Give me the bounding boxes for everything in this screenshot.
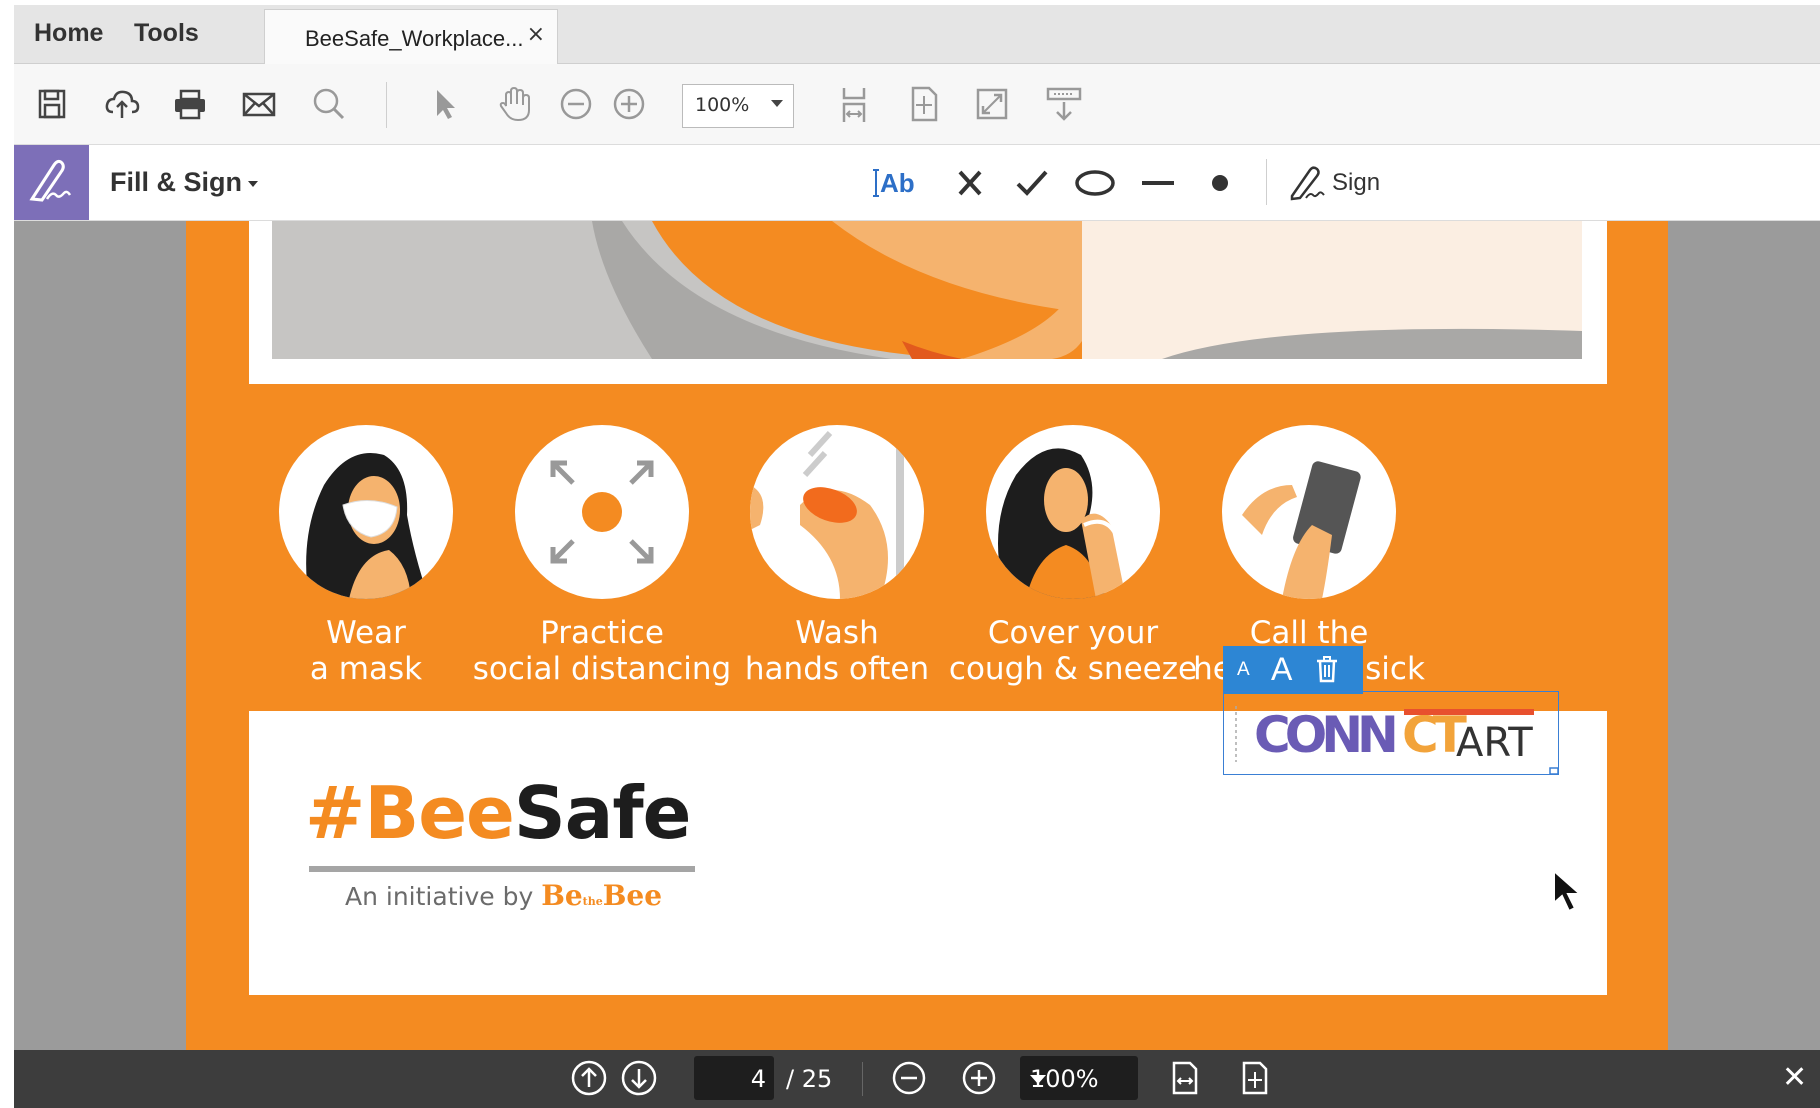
zoom-select[interactable]: 100% xyxy=(1020,1056,1138,1100)
page-navigation-bar: 4 / 25 100% ✕ xyxy=(14,1050,1820,1108)
signature-part-3: ART xyxy=(1456,720,1533,766)
pdf-page: Wear a mask Practice social distancing Was… xyxy=(186,221,1668,1051)
increase-font-button[interactable]: A xyxy=(1271,651,1292,688)
photo-frame xyxy=(249,221,1607,384)
cross-mark-tool[interactable] xyxy=(950,160,990,205)
zoom-in-icon[interactable] xyxy=(960,1059,998,1097)
tip-line: cough & sneeze xyxy=(948,651,1198,687)
tip-line: Practice xyxy=(540,615,664,651)
fit-page-icon[interactable] xyxy=(1236,1059,1274,1097)
text-edit-toolbar: A A xyxy=(1223,646,1363,694)
chevron-down-icon xyxy=(771,100,783,107)
save-icon[interactable] xyxy=(32,84,72,124)
current-page: 4 xyxy=(750,1065,766,1093)
toolbar-divider xyxy=(386,82,387,128)
chevron-down-icon xyxy=(1030,1075,1046,1084)
sign-pen-icon[interactable] xyxy=(1286,160,1330,205)
fill-sign-icon[interactable] xyxy=(14,145,89,220)
chevron-down-icon xyxy=(248,180,258,187)
add-text-tool[interactable]: Ab xyxy=(872,160,918,205)
close-toolbar-icon[interactable]: ✕ xyxy=(1782,1060,1807,1095)
select-cursor-icon[interactable] xyxy=(424,84,464,124)
ellipse-tool[interactable] xyxy=(1072,160,1118,205)
full-screen-icon[interactable] xyxy=(972,84,1012,124)
checkmark-tool[interactable] xyxy=(1012,160,1052,205)
dot-tool[interactable] xyxy=(1200,160,1240,205)
fill-sign-title: Fill & Sign xyxy=(110,167,242,197)
cloud-upload-icon[interactable] xyxy=(102,84,142,124)
tab-tools[interactable]: Tools xyxy=(134,19,199,48)
tab-bar: Home Tools BeeSafe_Workplace... × xyxy=(14,5,1820,65)
fill-sign-divider xyxy=(1266,159,1267,205)
print-icon[interactable] xyxy=(170,84,210,124)
total-pages: / 25 xyxy=(786,1065,833,1093)
wash-hands-icon xyxy=(750,425,924,599)
line-tool[interactable] xyxy=(1138,160,1178,205)
signature-part-1: CONN xyxy=(1254,706,1395,764)
zoom-out-icon[interactable] xyxy=(556,84,596,124)
tab-home[interactable]: Home xyxy=(34,19,103,48)
tip-line: social distancing xyxy=(472,651,732,687)
illustration-image xyxy=(272,221,1582,359)
fit-page-icon[interactable] xyxy=(904,84,944,124)
fill-sign-toolbar: Fill & Sign Ab Sign xyxy=(14,145,1820,221)
fill-sign-menu[interactable]: Fill & Sign xyxy=(110,167,258,198)
tip-label-wash: Wash hands often xyxy=(707,615,967,687)
search-icon[interactable] xyxy=(309,84,349,124)
email-icon[interactable] xyxy=(239,84,279,124)
bethebee-bee: Bee xyxy=(602,879,663,912)
tip-label-cough: Cover your cough & sneeze xyxy=(943,615,1203,687)
connectart-signature: CONN CT ART xyxy=(1235,706,1559,775)
next-page-icon[interactable] xyxy=(620,1059,658,1097)
nav-divider xyxy=(862,1062,863,1096)
tip-label-distancing: Practice social distancing xyxy=(472,615,732,687)
logo-hash-bee: #Bee xyxy=(305,771,515,855)
zoom-out-icon[interactable] xyxy=(890,1059,928,1097)
main-toolbar: 100% xyxy=(14,64,1820,145)
fit-width-icon[interactable] xyxy=(834,84,874,124)
mouse-pointer-icon xyxy=(1552,868,1586,919)
add-text-label: Ab xyxy=(880,168,915,198)
tip-line: Cover your xyxy=(987,615,1159,651)
bethebee-be: Be xyxy=(541,879,583,912)
zoom-in-icon[interactable] xyxy=(609,84,649,124)
initiative-text: An initiative by BetheBee xyxy=(345,879,662,912)
tip-line: hands often xyxy=(744,651,930,687)
beesafe-logo: #BeeSafe xyxy=(305,771,692,855)
logo-underline xyxy=(309,866,695,872)
signature-field[interactable]: CONN CT ART xyxy=(1223,691,1559,775)
fit-width-icon[interactable] xyxy=(1166,1059,1204,1097)
document-viewport[interactable]: Wear a mask Practice social distancing Was… xyxy=(14,221,1820,1051)
tip-label-mask: Wear a mask xyxy=(236,615,496,687)
zoom-select[interactable]: 100% xyxy=(682,84,794,128)
tip-line: Wash xyxy=(795,615,879,651)
sign-button[interactable]: Sign xyxy=(1332,169,1380,197)
previous-page-icon[interactable] xyxy=(570,1059,608,1097)
helpline-icon xyxy=(1222,425,1396,599)
decrease-font-button[interactable]: A xyxy=(1237,659,1250,681)
initiative-label: An initiative by xyxy=(345,882,534,911)
bethebee-the: the xyxy=(582,895,603,908)
cover-cough-icon xyxy=(986,425,1160,599)
hand-tool-icon[interactable] xyxy=(494,84,534,124)
tip-line: a mask xyxy=(309,651,423,687)
close-tab-icon[interactable]: × xyxy=(527,22,545,47)
wear-mask-icon xyxy=(279,425,453,599)
social-distancing-icon xyxy=(515,425,689,599)
acrobat-window: Home Tools BeeSafe_Workplace... × 100% F… xyxy=(14,5,1820,1108)
tab-document[interactable]: BeeSafe_Workplace... × xyxy=(264,9,558,65)
document-tab-label: BeeSafe_Workplace... xyxy=(305,26,524,51)
read-mode-icon[interactable] xyxy=(1044,84,1084,124)
zoom-value: 100% xyxy=(695,94,750,116)
tip-line: Wear xyxy=(326,615,406,651)
trash-icon[interactable] xyxy=(1315,655,1339,688)
logo-safe: Safe xyxy=(513,771,692,855)
page-number-input[interactable]: 4 xyxy=(694,1056,774,1100)
